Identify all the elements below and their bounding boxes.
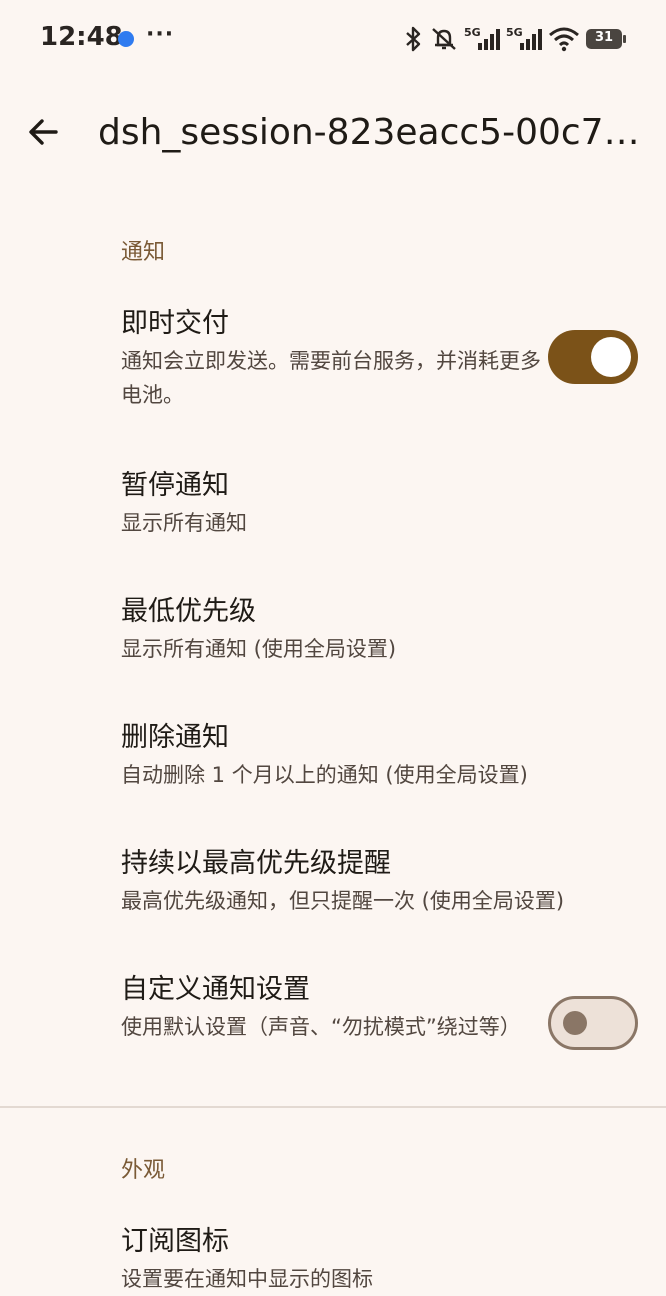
network-type-label: 5G bbox=[506, 26, 523, 39]
toggle-thumb bbox=[591, 337, 631, 377]
setting-subtitle: 显示所有通知 bbox=[121, 511, 247, 535]
setting-min-priority[interactable]: 最低优先级 显示所有通知 (使用全局设置) bbox=[121, 594, 661, 666]
battery-level: 31 bbox=[594, 30, 614, 45]
setting-title: 最低优先级 bbox=[121, 596, 256, 627]
setting-subtitle: 自动删除 1 个月以上的通知 (使用全局设置) bbox=[121, 763, 528, 787]
section-header-notifications: 通知 bbox=[121, 240, 166, 265]
back-arrow-icon[interactable] bbox=[22, 110, 66, 154]
status-bar: 12:48 ··· 5G 5G 31 bbox=[0, 0, 666, 80]
setting-subtitle: 最高优先级通知，但只提醒一次 (使用全局设置) bbox=[121, 889, 565, 913]
battery-icon: 31 bbox=[586, 29, 626, 49]
app-notification-icon bbox=[118, 31, 134, 47]
setting-subtitle: 通知会立即发送。需要前台服务，并消耗更多电池。 bbox=[121, 349, 541, 407]
setting-title: 删除通知 bbox=[121, 722, 229, 753]
setting-title: 暂停通知 bbox=[121, 470, 229, 501]
setting-keep-alerting[interactable]: 持续以最高优先级提醒 最高优先级通知，但只提醒一次 (使用全局设置) bbox=[121, 846, 661, 918]
setting-subtitle: 设置要在通知中显示的图标 bbox=[121, 1267, 373, 1291]
wifi-icon bbox=[549, 27, 579, 52]
setting-subscription-icon[interactable]: 订阅图标 设置要在通知中显示的图标 bbox=[121, 1224, 661, 1296]
setting-subtitle: 使用默认设置（声音、“勿扰模式”绕过等） bbox=[121, 1015, 521, 1039]
setting-instant-delivery[interactable]: 即时交付 通知会立即发送。需要前台服务，并消耗更多电池。 bbox=[121, 306, 541, 412]
setting-subtitle: 显示所有通知 (使用全局设置) bbox=[121, 637, 397, 661]
page-title: dsh_session-823eacc5-00c7… bbox=[98, 112, 640, 153]
more-notifications-indicator: ··· bbox=[146, 22, 175, 47]
app-bar: dsh_session-823eacc5-00c7… bbox=[0, 90, 666, 180]
setting-pause-notifications[interactable]: 暂停通知 显示所有通知 bbox=[121, 468, 661, 540]
setting-title: 订阅图标 bbox=[121, 1226, 229, 1257]
instant-delivery-toggle[interactable] bbox=[548, 330, 638, 384]
signal-5g-icon: 5G bbox=[464, 26, 500, 50]
signal-5g-icon: 5G bbox=[506, 26, 542, 50]
custom-notification-toggle[interactable] bbox=[548, 996, 638, 1050]
setting-custom-notification-settings[interactable]: 自定义通知设置 使用默认设置（声音、“勿扰模式”绕过等） bbox=[121, 972, 541, 1044]
network-type-label: 5G bbox=[464, 26, 481, 39]
setting-title: 自定义通知设置 bbox=[121, 974, 310, 1005]
status-icons: 5G 5G 31 bbox=[402, 22, 626, 56]
section-divider bbox=[0, 1106, 666, 1108]
setting-delete-notifications[interactable]: 删除通知 自动删除 1 个月以上的通知 (使用全局设置) bbox=[121, 720, 661, 792]
toggle-thumb bbox=[563, 1011, 587, 1035]
bluetooth-icon bbox=[406, 26, 421, 52]
section-header-appearance: 外观 bbox=[121, 1158, 166, 1183]
setting-title: 持续以最高优先级提醒 bbox=[121, 848, 391, 879]
status-time: 12:48 bbox=[40, 22, 123, 52]
mute-vibrate-icon bbox=[432, 28, 456, 50]
setting-title: 即时交付 bbox=[121, 308, 229, 339]
